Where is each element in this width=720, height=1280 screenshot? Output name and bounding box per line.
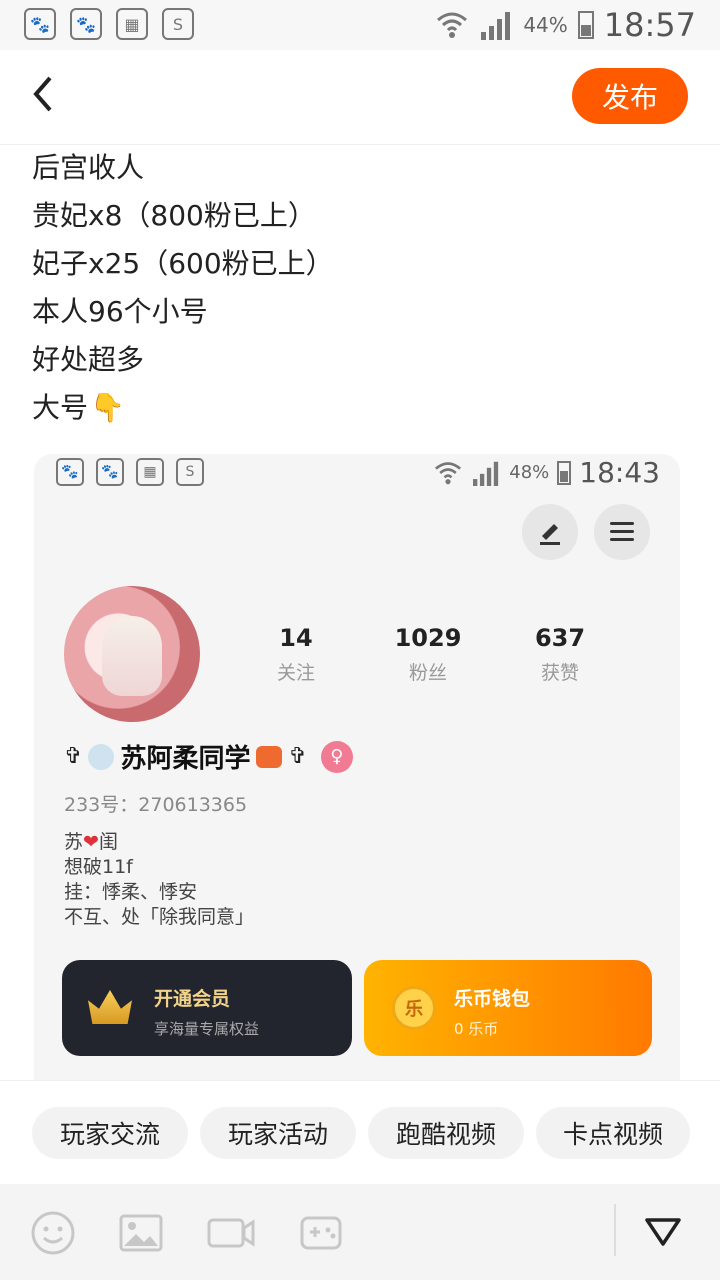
signal-icon [481, 12, 511, 40]
nickname: 苏阿柔同学 [120, 744, 251, 774]
nickname-row: ✞ 苏阿柔同学 ✞ ♀ [64, 738, 353, 775]
post-line: 后宫收人 [32, 151, 145, 184]
post-line: 贵妃x8（800粉已上） [32, 199, 316, 232]
female-icon: ♀ [320, 740, 353, 773]
ornament-icon [88, 743, 115, 770]
clock: 18:57 [603, 6, 696, 44]
video-icon[interactable] [206, 1210, 255, 1256]
stat-label: 关注 [276, 662, 315, 684]
stat-value: 637 [534, 624, 586, 652]
topic-chip[interactable]: 卡点视频 [536, 1107, 690, 1159]
bio: 苏❤闺 想破11f 挂：悸柔、悸安 不互、处「除我同意」 [64, 830, 254, 930]
chevron-left-icon[interactable] [30, 74, 70, 118]
triangle-down-icon[interactable] [644, 1216, 682, 1248]
compose-header: 发布 [0, 50, 720, 145]
s-app-icon: S [162, 8, 194, 40]
gallery-icon: ▦ [136, 458, 164, 486]
post-body[interactable]: 后宫收人 贵妃x8（800粉已上） 妃子x25（600粉已上） 本人96个小号 … [32, 144, 692, 432]
pointing-down-emoji-icon: 👇 [90, 391, 125, 424]
wallet-subtitle: 0 乐币 [454, 1020, 499, 1038]
screenshot-notification-icons: 🐾 🐾 ▦ S [56, 458, 204, 486]
emoji-icon[interactable] [30, 1210, 76, 1256]
battery-percent: 44% [523, 13, 568, 37]
stat-value: 14 [279, 624, 313, 652]
publish-button[interactable]: 发布 [572, 68, 688, 124]
stat-fans: 1029 粉丝 [368, 624, 488, 685]
battery-icon [577, 11, 594, 39]
topic-chip[interactable]: 玩家交流 [32, 1107, 188, 1159]
post-line: 好处超多 [32, 343, 145, 376]
status-right: 44% 18:57 [435, 6, 696, 44]
screenshot-status-right: 48% 18:43 [433, 456, 660, 489]
wifi-icon [435, 461, 462, 484]
signal-icon [473, 461, 499, 486]
baidu-paw-icon: 🐾 [70, 8, 102, 40]
compose-toolbar [0, 1184, 720, 1280]
baidu-paw-icon: 🐾 [96, 458, 124, 486]
stat-likes: 637 获赞 [500, 624, 620, 685]
vip-card: 开通会员 享海量专属权益 [62, 960, 352, 1056]
status-bar: 🐾 🐾 ▦ S 44% 18:57 [0, 0, 720, 50]
stat-label: 粉丝 [408, 662, 447, 684]
post-line: 大号 [32, 391, 89, 424]
toolbar-divider [614, 1204, 616, 1256]
crown-icon [88, 990, 132, 1024]
bio-line: 不互、处「除我同意」 [64, 906, 255, 928]
bio-text: 苏 [64, 831, 84, 853]
stat-value: 1029 [394, 624, 462, 652]
coin-icon: 乐 [392, 986, 436, 1030]
user-id: 233号：270613365 [64, 794, 248, 816]
vip-subtitle: 享海量专属权益 [154, 1020, 260, 1038]
wifi-icon [437, 12, 468, 38]
wallet-card: 乐 乐币钱包 0 乐币 [364, 960, 652, 1056]
avatar [64, 586, 200, 722]
cross-icon: ✞ [64, 744, 83, 769]
post-line-with-emoji: 大号👇 [32, 384, 692, 432]
gamepad-icon[interactable] [298, 1210, 344, 1256]
cross-icon: ✞ [288, 744, 307, 769]
gallery-icon: ▦ [116, 8, 148, 40]
bio-line: 想破11f [64, 856, 133, 878]
stat-label: 获赞 [540, 662, 579, 684]
vip-title: 开通会员 [154, 988, 231, 1010]
bow-icon [256, 745, 283, 768]
notification-icons: 🐾 🐾 ▦ S [24, 8, 194, 40]
post-line: 妃子x25（600粉已上） [32, 247, 334, 280]
clock: 18:43 [579, 456, 660, 489]
topic-chip[interactable]: 跑酷视频 [368, 1107, 524, 1159]
wallet-title: 乐币钱包 [454, 988, 531, 1010]
heart-icon: ❤ [83, 831, 99, 853]
battery-icon [557, 460, 572, 485]
attached-screenshot[interactable]: 🐾 🐾 ▦ S 48% 18:43 14 关注 1029 粉丝 637 获赞 ✞… [34, 454, 680, 1080]
topic-chips: 玩家交流 玩家活动 跑酷视频 卡点视频 [0, 1080, 720, 1185]
battery-percent: 48% [509, 462, 550, 483]
menu-icon [594, 504, 650, 560]
bio-line: 苏❤闺 [64, 830, 254, 855]
s-app-icon: S [176, 458, 204, 486]
baidu-paw-icon: 🐾 [56, 458, 84, 486]
stat-following: 14 关注 [236, 624, 356, 685]
edit-pen-icon [522, 504, 578, 560]
image-icon[interactable] [118, 1210, 164, 1256]
bio-line: 挂：悸柔、悸安 [64, 881, 198, 903]
screenshot-status-bar: 🐾 🐾 ▦ S 48% 18:43 [34, 454, 680, 490]
bio-text: 闺 [98, 831, 118, 853]
topic-chip[interactable]: 玩家活动 [200, 1107, 356, 1159]
baidu-paw-icon: 🐾 [24, 8, 56, 40]
post-line: 本人96个小号 [32, 295, 208, 328]
